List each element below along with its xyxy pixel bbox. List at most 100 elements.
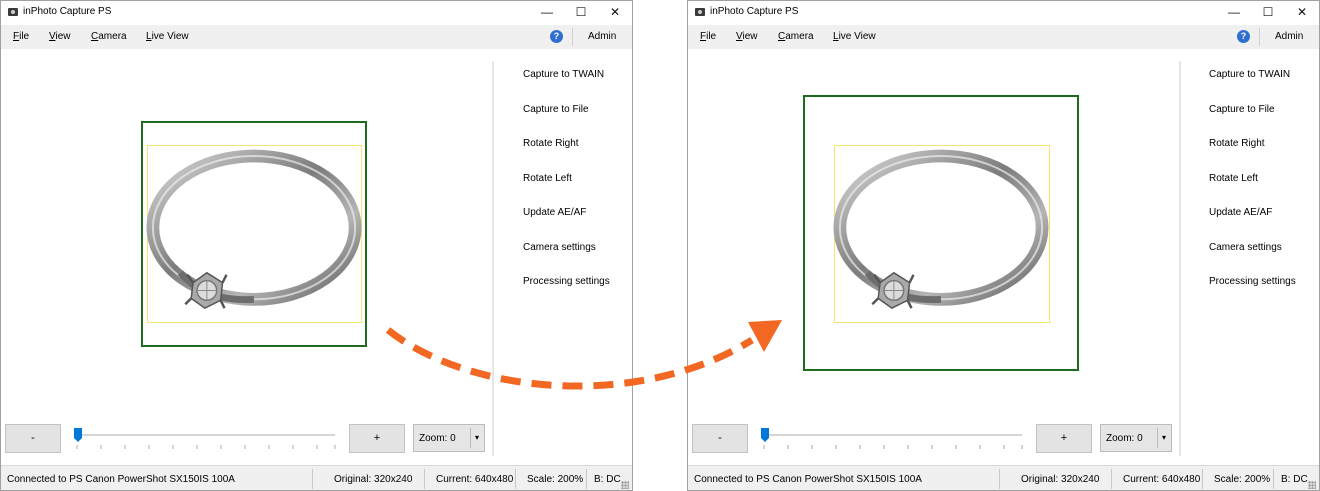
menu-view-label: iew — [55, 31, 71, 42]
rotate-left-link[interactable]: Rotate Left — [1209, 173, 1296, 208]
chevron-down-icon[interactable]: ▾ — [1162, 433, 1166, 442]
menu-file-label: ile — [706, 31, 717, 42]
menu-live-view[interactable]: Live View — [833, 31, 876, 42]
capture-file-link[interactable]: Capture to File — [1209, 104, 1296, 139]
zoom-separator — [1157, 428, 1158, 448]
status-separator — [515, 469, 516, 489]
menu-bar: File View Camera Live View ? Admin — [688, 25, 1319, 49]
status-bar: Connected to PS Canon PowerShot SX150IS … — [688, 465, 1319, 490]
processing-settings-link[interactable]: Processing settings — [523, 276, 610, 311]
status-separator — [1202, 469, 1203, 489]
title-bar: inPhoto Capture PS — ☐ ✕ — [1, 1, 632, 25]
menu-camera[interactable]: Camera — [778, 31, 814, 42]
admin-menu[interactable]: Admin — [588, 31, 616, 42]
chevron-down-icon[interactable]: ▾ — [475, 433, 479, 442]
zoom-value: Zoom: 0 — [419, 433, 456, 444]
menu-camera[interactable]: Camera — [91, 31, 127, 42]
menu-view[interactable]: View — [736, 31, 758, 42]
rotate-right-link[interactable]: Rotate Right — [1209, 138, 1296, 173]
processing-settings-link[interactable]: Processing settings — [1209, 276, 1296, 311]
menu-camera-label: amera — [785, 31, 814, 42]
menu-view[interactable]: View — [49, 31, 71, 42]
menu-bar: File View Camera Live View ? Admin — [1, 25, 632, 49]
close-button[interactable]: ✕ — [1285, 1, 1319, 25]
zoom-out-button[interactable]: - — [5, 424, 61, 453]
status-separator — [999, 469, 1000, 489]
menu-file[interactable]: File — [700, 31, 716, 42]
menu-camera-label: amera — [98, 31, 127, 42]
minimize-button[interactable]: — — [1217, 1, 1251, 25]
rotate-right-link[interactable]: Rotate Right — [523, 138, 610, 173]
close-button[interactable]: ✕ — [598, 1, 632, 25]
update-ae-af-link[interactable]: Update AE/AF — [1209, 207, 1296, 242]
slider-thumb[interactable] — [760, 427, 770, 443]
zoom-dropdown[interactable]: Zoom: 0 ▾ — [1100, 424, 1172, 452]
status-current: Current: 640x480 — [436, 474, 514, 485]
status-bar: Connected to PS Canon PowerShot SX150IS … — [1, 465, 632, 490]
resize-grip[interactable] — [621, 481, 629, 489]
status-b: B: DC — [594, 474, 621, 485]
capture-twain-link[interactable]: Capture to TWAIN — [1209, 69, 1296, 104]
menu-view-label: iew — [742, 31, 758, 42]
zoom-slider[interactable] — [760, 425, 1024, 455]
admin-menu[interactable]: Admin — [1275, 31, 1303, 42]
zoom-dropdown[interactable]: Zoom: 0 ▾ — [413, 424, 485, 452]
app-window-before: inPhoto Capture PS — ☐ ✕ File View Camer… — [0, 0, 633, 491]
menu-separator — [572, 28, 573, 46]
update-ae-af-link[interactable]: Update AE/AF — [523, 207, 610, 242]
window-title: inPhoto Capture PS — [710, 6, 799, 17]
status-original: Original: 320x240 — [1021, 474, 1100, 485]
menu-file[interactable]: File — [13, 31, 29, 42]
status-b: B: DC — [1281, 474, 1308, 485]
camera-settings-link[interactable]: Camera settings — [1209, 242, 1296, 277]
maximize-button[interactable]: ☐ — [1251, 1, 1285, 25]
camera-icon — [695, 8, 705, 16]
zoom-in-button[interactable]: + — [1036, 424, 1092, 453]
status-current: Current: 640x480 — [1123, 474, 1201, 485]
resize-grip[interactable] — [1308, 481, 1316, 489]
panel-divider[interactable] — [492, 61, 494, 456]
window-title: inPhoto Capture PS — [23, 6, 112, 17]
status-connection: Connected to PS Canon PowerShot SX150IS … — [694, 474, 922, 485]
capture-twain-link[interactable]: Capture to TWAIN — [523, 69, 610, 104]
zoom-value: Zoom: 0 — [1106, 433, 1143, 444]
title-bar: inPhoto Capture PS — ☐ ✕ — [688, 1, 1319, 25]
slider-thumb[interactable] — [73, 427, 83, 443]
status-scale: Scale: 200% — [1214, 474, 1271, 485]
app-window-after: inPhoto Capture PS — ☐ ✕ File View Camer… — [687, 0, 1320, 491]
help-icon[interactable]: ? — [1237, 30, 1250, 43]
zoom-separator — [470, 428, 471, 448]
status-separator — [1111, 469, 1112, 489]
panel-divider[interactable] — [1179, 61, 1181, 456]
zoom-slider[interactable] — [73, 425, 337, 455]
status-connection: Connected to PS Canon PowerShot SX150IS … — [7, 474, 235, 485]
rotate-left-link[interactable]: Rotate Left — [523, 173, 610, 208]
menu-live-view-label: ive View — [838, 31, 876, 42]
help-icon[interactable]: ? — [550, 30, 563, 43]
slider-track — [760, 425, 1024, 455]
side-menu: Capture to TWAIN Capture to File Rotate … — [523, 69, 610, 311]
zoom-out-button[interactable]: - — [692, 424, 748, 453]
status-original: Original: 320x240 — [334, 474, 413, 485]
menu-separator — [1259, 28, 1260, 46]
camera-settings-link[interactable]: Camera settings — [523, 242, 610, 277]
live-preview-area[interactable] — [688, 49, 1178, 414]
minimize-button[interactable]: — — [530, 1, 564, 25]
zoom-in-button[interactable]: + — [349, 424, 405, 453]
maximize-button[interactable]: ☐ — [564, 1, 598, 25]
ring-photo — [146, 145, 362, 327]
menu-live-view-label: ive View — [151, 31, 189, 42]
status-separator — [1273, 469, 1274, 489]
status-separator — [424, 469, 425, 489]
ring-photo — [833, 145, 1049, 327]
status-separator — [312, 469, 313, 489]
camera-icon — [8, 8, 18, 16]
status-separator — [586, 469, 587, 489]
menu-file-label: ile — [19, 31, 30, 42]
status-scale: Scale: 200% — [527, 474, 584, 485]
live-preview-area[interactable] — [1, 49, 491, 414]
slider-track — [73, 425, 337, 455]
menu-live-view[interactable]: Live View — [146, 31, 189, 42]
side-menu: Capture to TWAIN Capture to File Rotate … — [1209, 69, 1296, 311]
capture-file-link[interactable]: Capture to File — [523, 104, 610, 139]
